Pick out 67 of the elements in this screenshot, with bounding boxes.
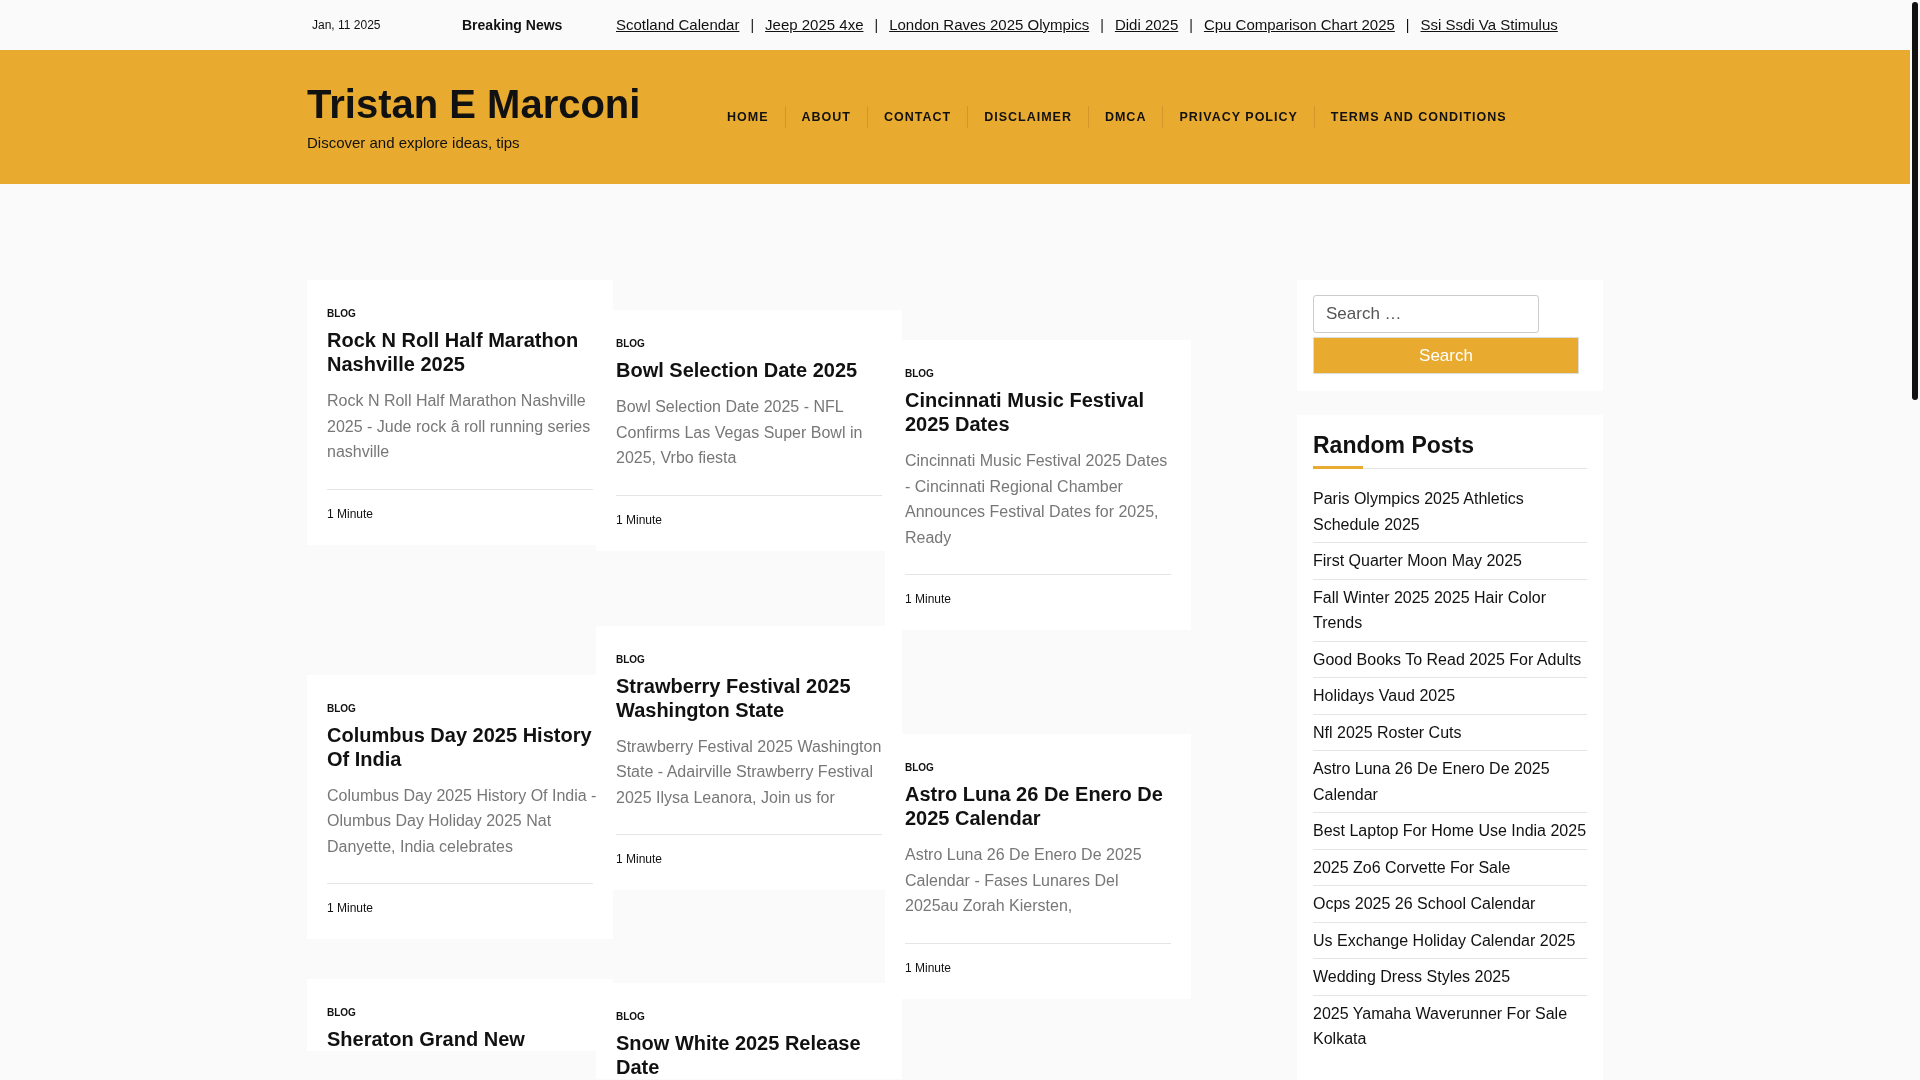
news-link[interactable]: Didi 2025 xyxy=(1114,13,1179,37)
post-link[interactable]: Astro Luna 26 De Enero De 2025 Calendar xyxy=(1313,756,1587,807)
news-link[interactable]: Cpu Comparison Chart 2025 xyxy=(1203,13,1395,37)
news-link[interactable]: Ssi Ssdi Va Stimulus xyxy=(1420,13,1558,37)
post-excerpt: Cincinnati Music Festival 2025 Dates - Cincinnati Regional Chamber Announces Festival Dates for 2025, Ready xyxy=(905,451,1169,548)
read-time: 1 Minute xyxy=(327,506,374,521)
post-link[interactable]: Paris Olympics 2025 Athletics Schedule 2025 xyxy=(1313,486,1587,537)
widget-title: Random Posts xyxy=(1313,431,1476,460)
post-title[interactable]: Rock N Roll Half Marathon Nashville 2025 xyxy=(327,328,597,376)
separator-text: | xyxy=(1100,15,1104,35)
category-label[interactable]: BLOG xyxy=(905,762,1171,774)
separator-text: | xyxy=(1189,15,1193,35)
post-title[interactable]: Bowl Selection Date 2025 xyxy=(616,358,886,382)
category-label[interactable]: BLOG xyxy=(327,702,593,715)
post-title[interactable]: Sheraton Grand New xyxy=(327,1027,597,1051)
post-link[interactable]: First Quarter Moon May 2025 xyxy=(1313,548,1587,574)
post-link[interactable]: Ocps 2025 26 School Calendar xyxy=(1313,891,1587,917)
category-label[interactable]: BLOG xyxy=(327,1007,593,1019)
post-link[interactable]: Nfl 2025 Roster Cuts xyxy=(1313,719,1587,745)
post-title[interactable]: Columbus Day 2025 History Of India xyxy=(327,722,597,771)
post-link[interactable]: Fall Winter 2025 2025 Hair Color Trends xyxy=(1313,584,1587,636)
read-time: 1 Minute xyxy=(616,512,663,527)
post-link[interactable]: 2025 Zo6 Corvette For Sale xyxy=(1313,854,1587,880)
post-excerpt: Astro Luna 26 De Enero De 2025 Calendar - Fases Lunares Del 2025au Zorah Kiersten, xyxy=(905,845,1143,916)
category-label[interactable]: BLOG xyxy=(616,338,882,350)
nav-link[interactable]: TERMS AND CONDITIONS xyxy=(1314,107,1523,127)
breaking-news-label: Breaking News xyxy=(462,15,564,35)
read-time: 1 Minute xyxy=(616,852,663,866)
site-tagline: Discover and explore ideas, tips xyxy=(307,132,520,153)
post-title[interactable]: Snow White 2025 Release Date xyxy=(616,1031,886,1079)
post-link[interactable]: Us Exchange Holiday Calendar 2025 xyxy=(1313,927,1587,953)
title-underline xyxy=(1313,466,1363,469)
post-title[interactable]: Cincinnati Music Festival 2025 Dates xyxy=(905,388,1175,436)
read-time: 1 Minute xyxy=(905,960,952,975)
read-time: 1 Minute xyxy=(905,592,952,606)
separator-text: | xyxy=(750,15,755,35)
post-title[interactable]: Strawberry Festival 2025 Washington State xyxy=(616,673,886,722)
news-link[interactable]: London Raves 2025 Olympics xyxy=(889,13,1090,37)
nav-link[interactable]: DMCA xyxy=(1088,107,1163,127)
post-excerpt: Rock N Roll Half Marathon Nashville 2025 - Jude rock â roll running series nashville xyxy=(327,391,592,462)
post-link[interactable]: Best Laptop For Home Use India 2025 xyxy=(1313,818,1587,844)
news-link[interactable]: Scotland Calendar xyxy=(616,13,740,37)
post-title[interactable]: Astro Luna 26 De Enero De 2025 Calendar xyxy=(905,782,1175,830)
read-time: 1 Minute xyxy=(327,901,374,915)
search-field[interactable]: Search … xyxy=(1313,295,1539,333)
nav-link[interactable]: ABOUT xyxy=(785,107,867,127)
separator-text: | xyxy=(1405,15,1410,35)
category-label[interactable]: BLOG xyxy=(905,368,1171,380)
scrollbar[interactable] xyxy=(1912,2,1918,400)
post-link[interactable]: 2025 Yamaha Waverunner For Sale Kolkata xyxy=(1313,1000,1587,1052)
news-link[interactable]: Jeep 2025 4xe xyxy=(765,13,864,37)
site-title[interactable]: Tristan E Marconi xyxy=(307,79,641,128)
post-link[interactable]: Good Books To Read 2025 For Adults xyxy=(1313,646,1587,672)
nav-link[interactable]: CONTACT xyxy=(867,107,968,127)
separator-text: | xyxy=(874,15,879,35)
post-excerpt: Bowl Selection Date 2025 - NFL Confirms Las Vegas Super Bowl in 2025, Vrbo fiesta xyxy=(616,397,864,468)
category-label[interactable]: BLOG xyxy=(616,1011,882,1023)
nav-link[interactable]: HOME xyxy=(711,107,785,127)
post-link[interactable]: Holidays Vaud 2025 xyxy=(1313,683,1587,709)
category-label[interactable]: BLOG xyxy=(616,653,882,666)
post-excerpt: Columbus Day 2025 History Of India - Olumbus Day Holiday 2025 Nat Danyette, India celebrates xyxy=(327,785,597,857)
nav-link[interactable]: PRIVACY POLICY xyxy=(1163,107,1314,127)
date-text: Jan, 11 2025 xyxy=(312,17,382,34)
post-excerpt: Strawberry Festival 2025 Washington State - Adairville Strawberry Festival 2025 Ilysa Leanora, Join us for xyxy=(616,736,883,808)
nav-link[interactable]: DISCLAIMER xyxy=(968,107,1088,127)
post-link[interactable]: Wedding Dress Styles 2025 xyxy=(1313,964,1587,990)
category-label[interactable]: BLOG xyxy=(327,308,593,320)
